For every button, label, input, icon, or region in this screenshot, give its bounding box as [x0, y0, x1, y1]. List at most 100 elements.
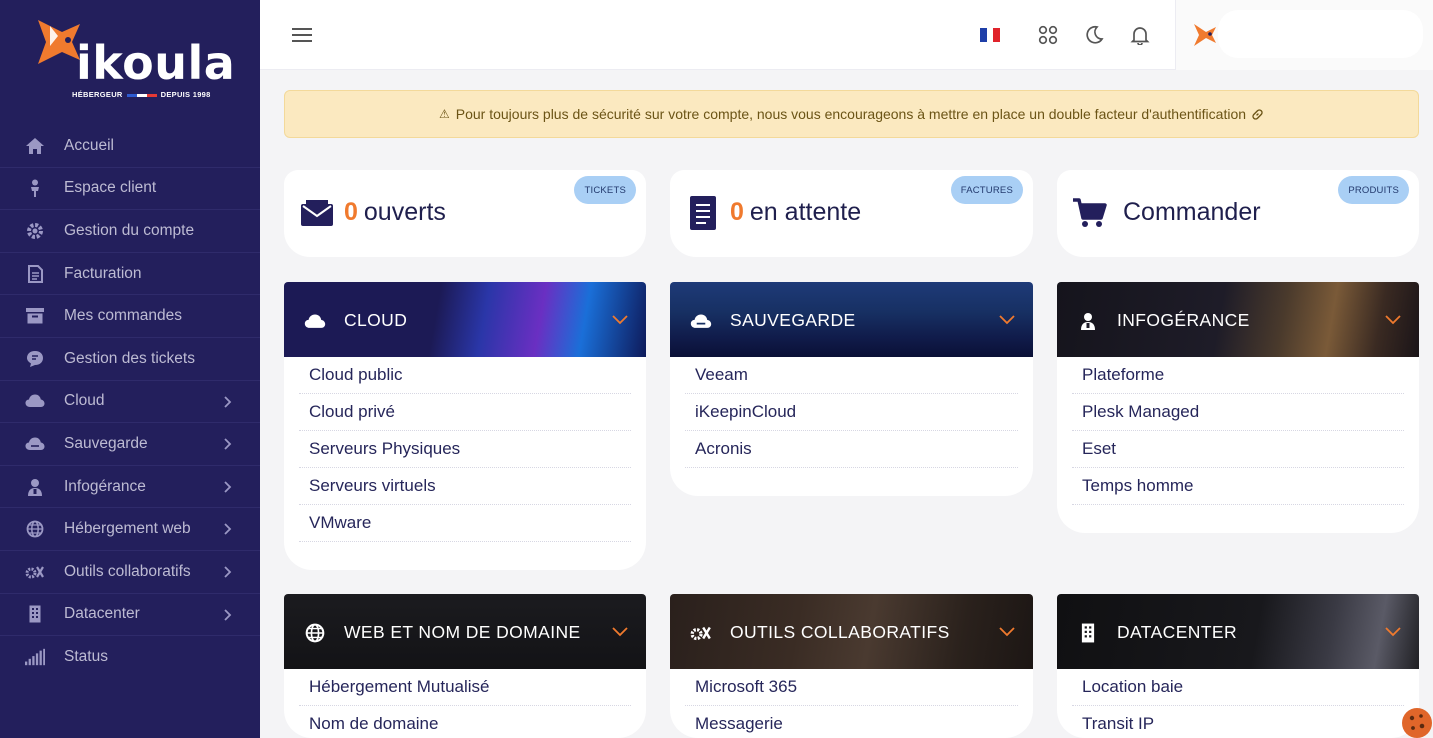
home-icon [25, 136, 45, 156]
cloud-backup-icon [25, 434, 45, 454]
service-card-list: Plateforme Plesk Managed Eset Temps homm… [1057, 357, 1419, 505]
sidebar-item-espace-client[interactable]: Espace client [0, 168, 260, 211]
laptop-datacenter-image [1057, 594, 1419, 669]
sidebar-item-label: Sauvegarde [64, 434, 148, 452]
sidebar-item-datacenter[interactable]: Datacenter [0, 594, 260, 637]
language-flag-fr[interactable] [980, 28, 1001, 42]
service-link[interactable]: Hébergement Mutualisé [299, 669, 631, 706]
notifications-bell-icon[interactable] [1129, 24, 1151, 46]
service-link[interactable]: Cloud public [299, 357, 631, 394]
chevron-right-icon [224, 438, 232, 450]
sidebar-item-hebergement-web[interactable]: Hébergement web [0, 508, 260, 551]
service-card-header[interactable]: DATACENTER [1057, 594, 1419, 669]
sidebar-item-gestion-compte[interactable]: Gestion du compte [0, 210, 260, 253]
sidebar-item-label: Espace client [64, 179, 157, 197]
service-card-title: CLOUD [344, 310, 408, 330]
service-card-header[interactable]: SAUVEGARDE [670, 282, 1033, 357]
service-card-list: Location baie Transit IP [1057, 669, 1419, 738]
chevron-down-icon[interactable] [612, 627, 628, 637]
service-card-title: WEB ET NOM DE DOMAINE [344, 622, 581, 642]
service-link[interactable]: Messagerie [685, 706, 1018, 738]
open-tickets-count: 0 ouverts [344, 198, 446, 227]
products-badge[interactable]: PRODUITS [1338, 176, 1409, 204]
tickets-badge[interactable]: TICKETS [574, 176, 636, 204]
service-link[interactable]: Nom de domaine [299, 706, 631, 738]
service-card-header[interactable]: WEB ET NOM DE DOMAINE [284, 594, 646, 669]
chat-icon [25, 349, 45, 369]
service-link[interactable]: Transit IP [1072, 706, 1404, 738]
tickets-summary-card[interactable]: TICKETS 0 ouverts [284, 170, 646, 257]
service-link[interactable]: Veeam [685, 357, 1018, 394]
chevron-down-icon[interactable] [612, 315, 628, 325]
service-card-infogerance: INFOGÉRANCE Plateforme Plesk Managed Ese… [1057, 282, 1419, 533]
building-icon [25, 604, 45, 624]
flag-white [986, 28, 994, 42]
chevron-right-icon [224, 395, 232, 408]
user-avatar-fish-icon [1194, 24, 1216, 46]
service-link[interactable]: Location baie [1072, 669, 1404, 706]
sidebar-item-mes-commandes[interactable]: Mes commandes [0, 295, 260, 338]
service-link[interactable]: Serveurs Physiques [299, 431, 631, 468]
sidebar-item-label: Hébergement web [64, 520, 191, 538]
chevron-down-icon[interactable] [1385, 315, 1401, 325]
invoices-label: en attente [749, 198, 862, 226]
invoices-summary-card[interactable]: FACTURES 0 en attente [670, 170, 1033, 257]
service-link[interactable]: Temps homme [1072, 468, 1404, 505]
chevron-right-icon [224, 608, 232, 621]
chevron-down-icon[interactable] [1385, 627, 1401, 637]
chevron-down-icon[interactable] [999, 315, 1015, 325]
chevron-right-icon [224, 566, 232, 578]
service-card-list: Veeam iKeepinCloud Acronis [670, 357, 1033, 468]
order-summary-card[interactable]: PRODUITS Commander [1057, 170, 1419, 257]
sidebar-item-label: Outils collaboratifs [64, 562, 191, 580]
invoice-icon [686, 196, 720, 230]
sidebar-item-label: Facturation [64, 264, 142, 282]
cookie-consent-icon[interactable] [1400, 706, 1433, 738]
sidebar-item-facturation[interactable]: Facturation [0, 253, 260, 296]
sidebar-item-label: Accueil [64, 136, 114, 154]
building-icon [1077, 622, 1099, 644]
service-card-header[interactable]: OUTILS COLLABORATIFS [670, 594, 1033, 669]
service-link[interactable]: Serveurs virtuels [299, 468, 631, 505]
link-icon[interactable] [1251, 108, 1264, 121]
sidebar-item-sauvegarde[interactable]: Sauvegarde [0, 423, 260, 466]
sidebar: ikoula HÉBERGEUR DEPUIS 1998 Accueil Espa… [0, 0, 260, 738]
menu-toggle-icon[interactable] [292, 27, 312, 43]
service-link[interactable]: Plesk Managed [1072, 394, 1404, 431]
sidebar-item-infogerance[interactable]: Infogérance [0, 466, 260, 509]
apps-grid-icon[interactable] [1037, 24, 1059, 46]
user-menu[interactable] [1175, 0, 1433, 70]
alert-text: Pour toujours plus de sécurité sur votre… [455, 106, 1247, 122]
warning-icon: ⚠ [438, 107, 450, 121]
service-card-cloud: CLOUD Cloud public Cloud privé Serveurs … [284, 282, 646, 570]
brand-tagline: HÉBERGEUR DEPUIS 1998 [72, 90, 211, 99]
chevron-down-icon[interactable] [999, 627, 1015, 637]
globe-icon [304, 622, 326, 644]
service-link[interactable]: Plateforme [1072, 357, 1404, 394]
dark-mode-moon-icon[interactable] [1083, 24, 1105, 46]
service-link[interactable]: Acronis [685, 431, 1018, 468]
sidebar-item-status[interactable]: Status [0, 636, 260, 679]
flag-blue [980, 28, 987, 42]
service-link[interactable]: VMware [299, 505, 631, 542]
service-card-header[interactable]: INFOGÉRANCE [1057, 282, 1419, 357]
service-link[interactable]: Eset [1072, 431, 1404, 468]
service-link[interactable]: Microsoft 365 [685, 669, 1018, 706]
invoices-count: 0 [730, 198, 744, 226]
order-link[interactable]: Commander [1117, 198, 1261, 227]
globe-icon [25, 519, 45, 539]
sidebar-item-outils-collaboratifs[interactable]: Outils collaboratifs [0, 551, 260, 594]
cloud-icon [25, 391, 45, 411]
service-link[interactable]: iKeepinCloud [685, 394, 1018, 431]
service-card-header[interactable]: CLOUD [284, 282, 646, 357]
sidebar-item-cloud[interactable]: Cloud [0, 381, 260, 424]
sidebar-item-accueil[interactable]: Accueil [0, 125, 260, 168]
sidebar-item-gestion-tickets[interactable]: Gestion des tickets [0, 338, 260, 381]
ikoula-logo[interactable]: ikoula HÉBERGEUR DEPUIS 1998 [28, 12, 238, 104]
invoices-badge[interactable]: FACTURES [950, 176, 1023, 204]
service-link[interactable]: Cloud privé [299, 394, 631, 431]
cloud-backup-icon [690, 310, 712, 332]
sidebar-item-label: Gestion du compte [64, 221, 195, 239]
support-agent-icon [25, 477, 45, 497]
tools-icon [690, 622, 712, 644]
